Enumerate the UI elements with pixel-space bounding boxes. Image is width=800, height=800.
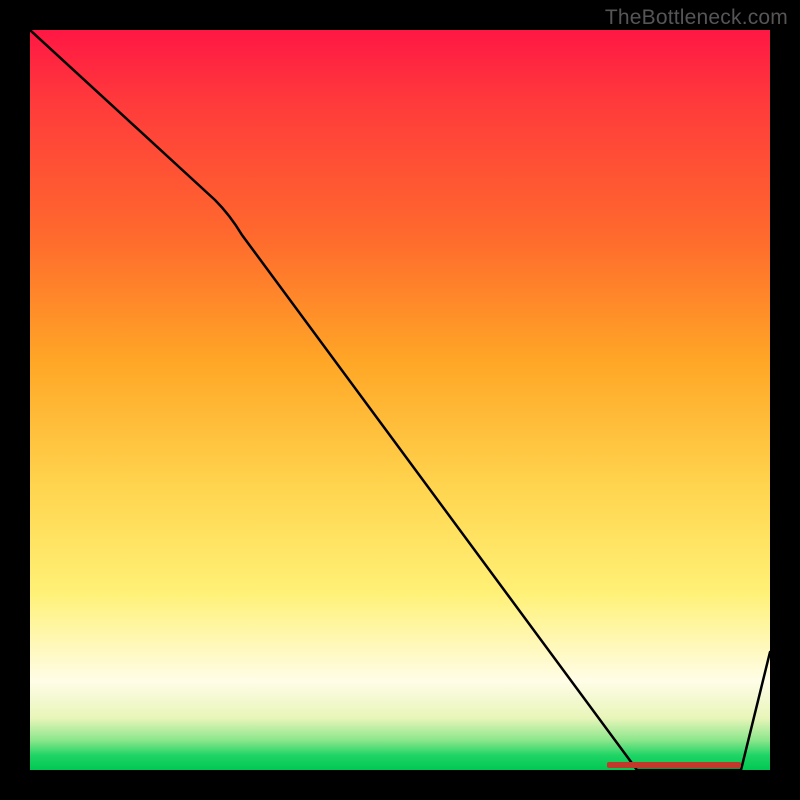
heat-gradient-background xyxy=(30,30,770,770)
chart-frame: TheBottleneck.com xyxy=(0,0,800,800)
plot-area xyxy=(30,30,770,770)
source-attribution: TheBottleneck.com xyxy=(605,6,788,30)
optimal-range-marker xyxy=(607,762,741,768)
